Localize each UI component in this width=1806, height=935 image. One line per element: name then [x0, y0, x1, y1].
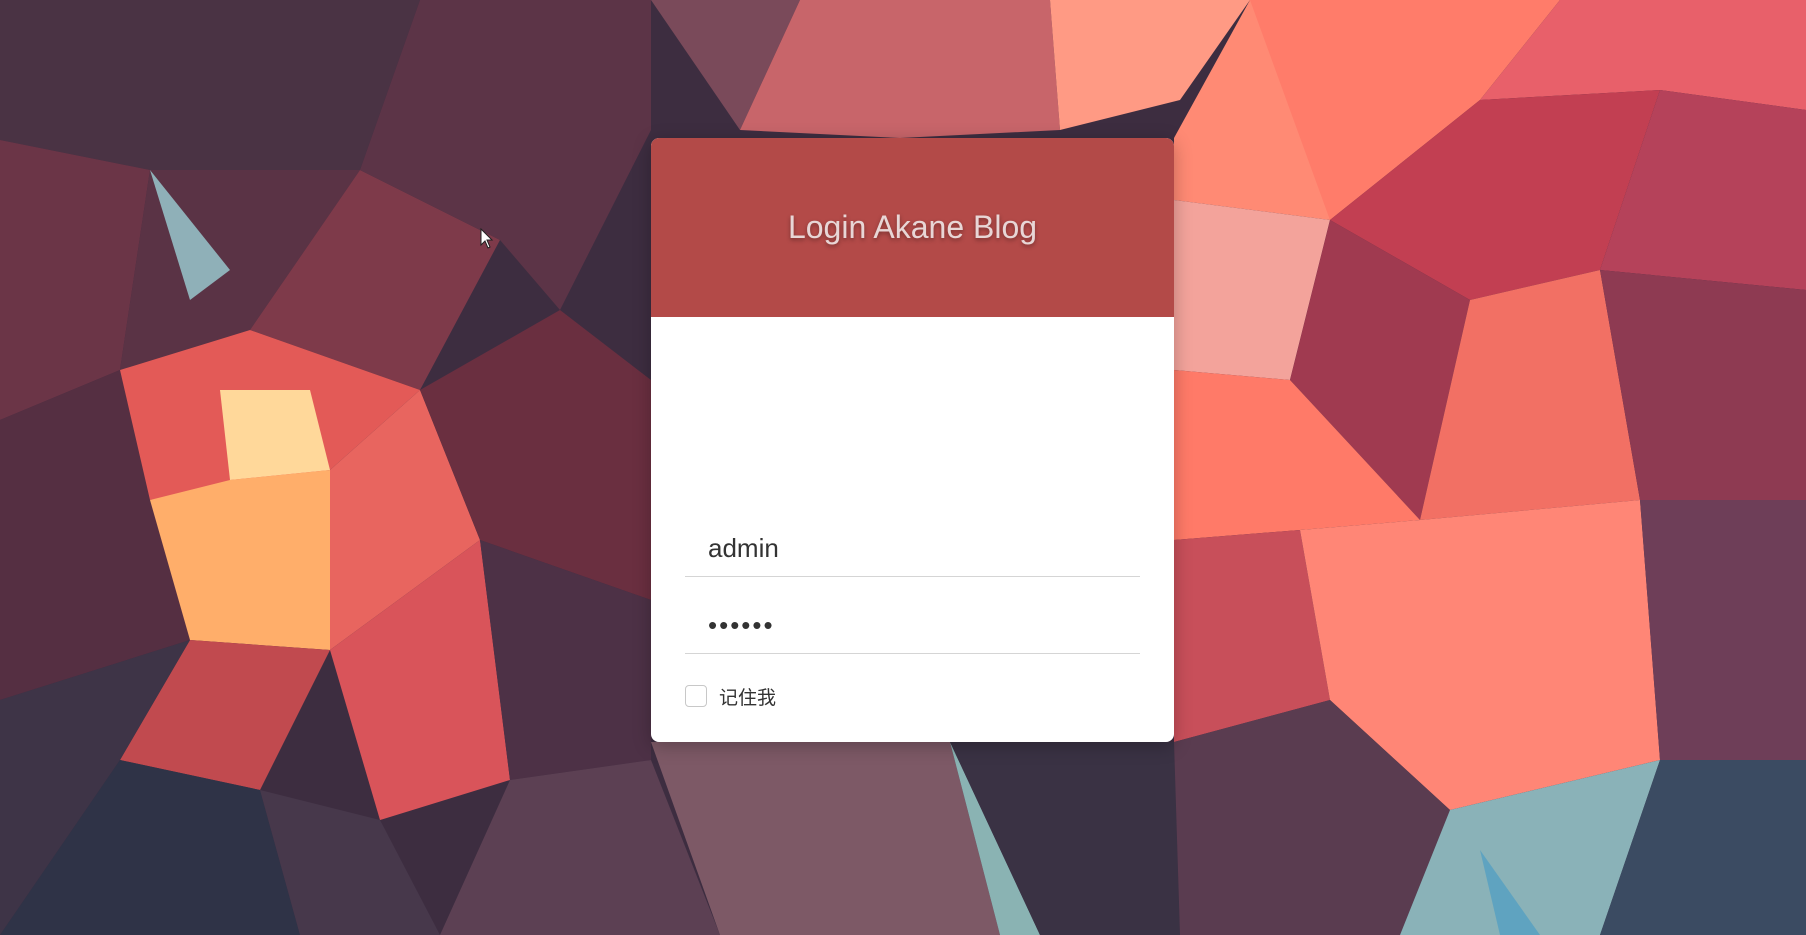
login-card: Login Akane Blog 记住我 登 录 [651, 138, 1174, 742]
mouse-cursor-icon [480, 228, 494, 249]
login-title: Login Akane Blog [787, 209, 1038, 245]
username-input[interactable] [685, 521, 1140, 577]
password-input[interactable] [685, 598, 1140, 654]
remember-me-label: 记住我 [719, 686, 777, 709]
login-card-header: Login Akane Blog [651, 138, 1174, 317]
remember-me[interactable]: 记住我 [685, 683, 776, 709]
remember-me-checkbox[interactable] [685, 685, 707, 707]
